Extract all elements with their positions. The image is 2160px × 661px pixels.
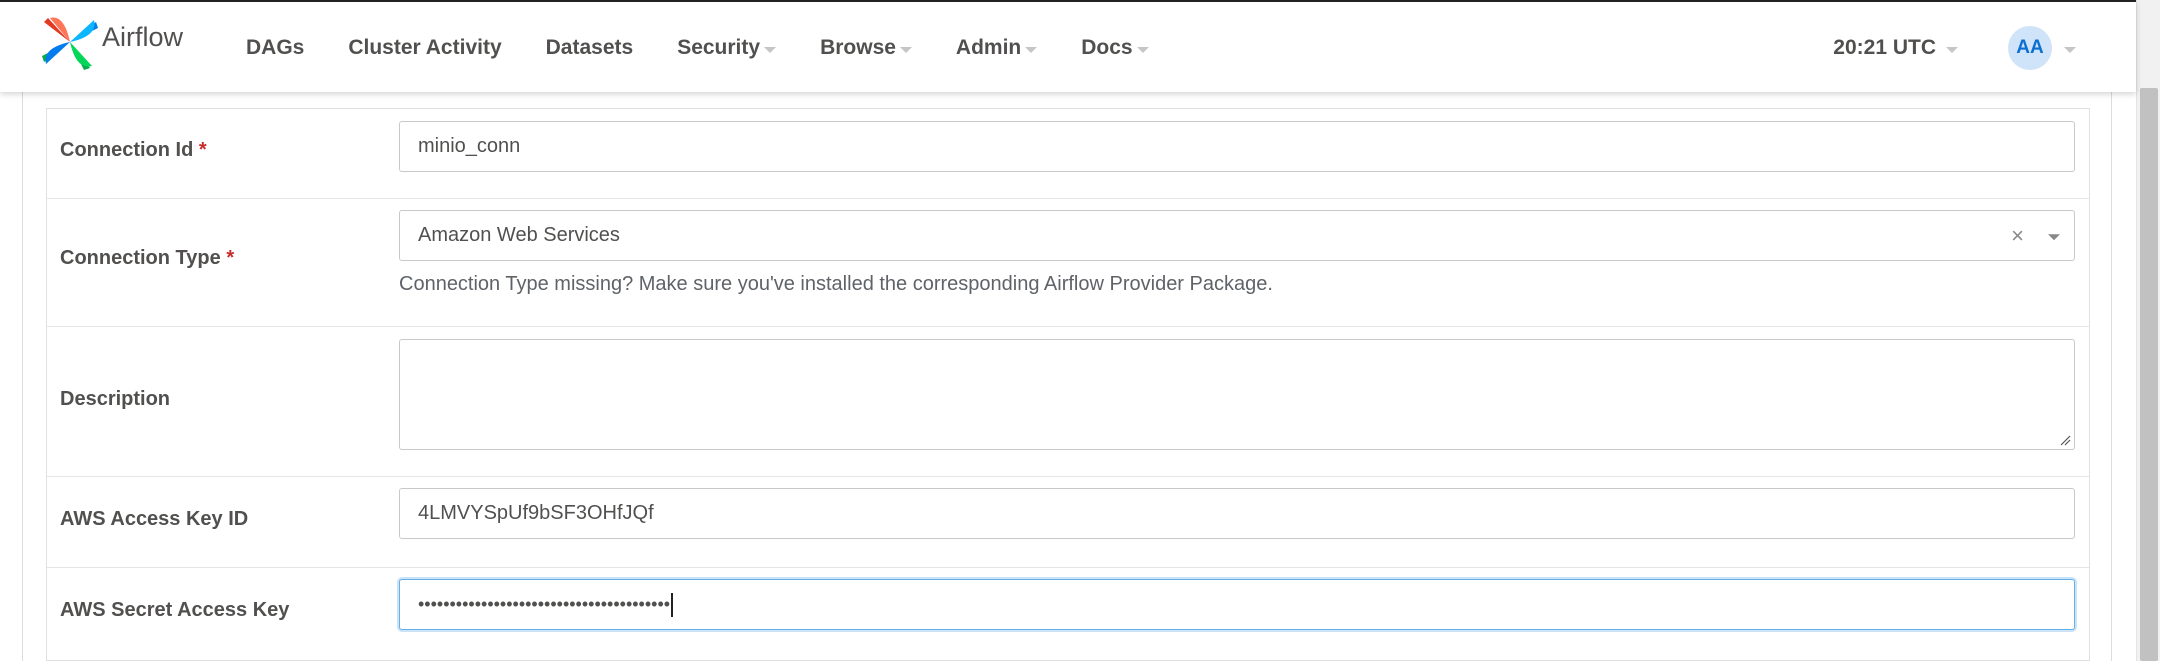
user-avatar: AA <box>2008 26 2052 70</box>
caret-down-icon <box>1946 47 1958 53</box>
nav-admin-label: Admin <box>955 36 1022 59</box>
connection-type-label-text: Connection Type <box>60 247 221 269</box>
connection-id-value: minio_conn <box>418 135 521 157</box>
connection-type-value: Amazon Web Services <box>418 224 620 246</box>
resize-handle-icon[interactable] <box>2059 434 2071 446</box>
connection-type-hint: Connection Type missing? Make sure you'v… <box>399 273 1273 295</box>
aws-access-key-id-label: AWS Access Key ID <box>60 508 249 530</box>
caret-down-icon <box>1025 47 1038 53</box>
nav-right: 20:21 UTC AA <box>1833 2 2076 94</box>
nav-browse-label: Browse <box>820 36 896 59</box>
aws-secret-access-key-masked-value: •••••••••••••••••••••••••••••••••••••••• <box>418 594 671 614</box>
nav-dags[interactable]: DAGs <box>224 36 326 60</box>
required-marker: * <box>198 139 207 161</box>
nav-datasets-label: Datasets <box>545 36 634 59</box>
nav-browse-dropdown[interactable]: Browse <box>798 36 934 60</box>
nav-security-label: Security <box>677 36 761 59</box>
current-time: 20:21 UTC <box>1833 36 1936 59</box>
connection-form: Connection Id * minio_conn Connection Ty… <box>46 108 2090 661</box>
connection-id-input[interactable]: minio_conn <box>399 121 2075 172</box>
nav-docs-label: Docs <box>1081 36 1133 59</box>
text-cursor <box>671 592 674 617</box>
caret-down-icon <box>2064 47 2076 53</box>
page-scrollbar[interactable] <box>2136 0 2160 661</box>
connection-id-label-text: Connection Id <box>60 139 194 161</box>
nav-cluster-activity[interactable]: Cluster Activity <box>326 36 523 60</box>
connection-id-label: Connection Id * <box>60 139 207 162</box>
clear-selection-icon[interactable]: × <box>2011 223 2024 249</box>
form-row-aws-secret-access-key: AWS Secret Access Key ••••••••••••••••••… <box>47 568 2089 660</box>
aws-access-key-id-input[interactable]: 4LMVYSpUf9bSF3OHfJQf <box>399 488 2075 539</box>
nav-security-dropdown[interactable]: Security <box>655 36 798 60</box>
chevron-down-icon[interactable] <box>2048 233 2060 240</box>
nav-docs-dropdown[interactable]: Docs <box>1059 36 1170 60</box>
nav-dags-label: DAGs <box>246 36 305 59</box>
brand-name: Airflow <box>102 21 184 52</box>
nav-datasets[interactable]: Datasets <box>524 36 656 60</box>
main-nav: DAGs Cluster Activity Datasets Security … <box>224 2 1171 94</box>
aws-access-key-id-value: 4LMVYSpUf9bSF3OHfJQf <box>418 502 654 524</box>
airflow-pinwheel-icon <box>42 17 98 70</box>
form-row-connection-type: Connection Type * Amazon Web Services × … <box>47 199 2089 327</box>
timezone-dropdown[interactable]: 20:21 UTC <box>1833 36 1958 60</box>
form-row-connection-id: Connection Id * minio_conn <box>47 109 2089 199</box>
nav-admin-dropdown[interactable]: Admin <box>934 36 1059 60</box>
aws-secret-access-key-label: AWS Secret Access Key <box>60 599 290 621</box>
scrollbar-thumb[interactable] <box>2140 88 2158 661</box>
aws-secret-access-key-input[interactable]: •••••••••••••••••••••••••••••••••••••••• <box>399 579 2075 630</box>
connection-type-select[interactable]: Amazon Web Services × <box>399 210 2075 261</box>
form-row-description: Description <box>47 327 2089 477</box>
description-label: Description <box>60 388 171 410</box>
description-textarea[interactable] <box>399 339 2075 450</box>
caret-down-icon <box>899 47 912 53</box>
brand-logo-link[interactable]: Airflow <box>42 14 183 70</box>
caret-down-icon <box>1136 47 1149 53</box>
nav-cluster-activity-label: Cluster Activity <box>348 36 502 59</box>
user-menu-dropdown[interactable]: AA <box>2008 26 2076 70</box>
form-row-aws-access-key-id: AWS Access Key ID 4LMVYSpUf9bSF3OHfJQf <box>47 477 2089 568</box>
caret-down-icon <box>764 47 777 53</box>
required-marker: * <box>226 247 235 269</box>
top-navbar: Airflow DAGs Cluster Activity Datasets S… <box>0 0 2136 92</box>
connection-type-label: Connection Type * <box>60 247 234 270</box>
